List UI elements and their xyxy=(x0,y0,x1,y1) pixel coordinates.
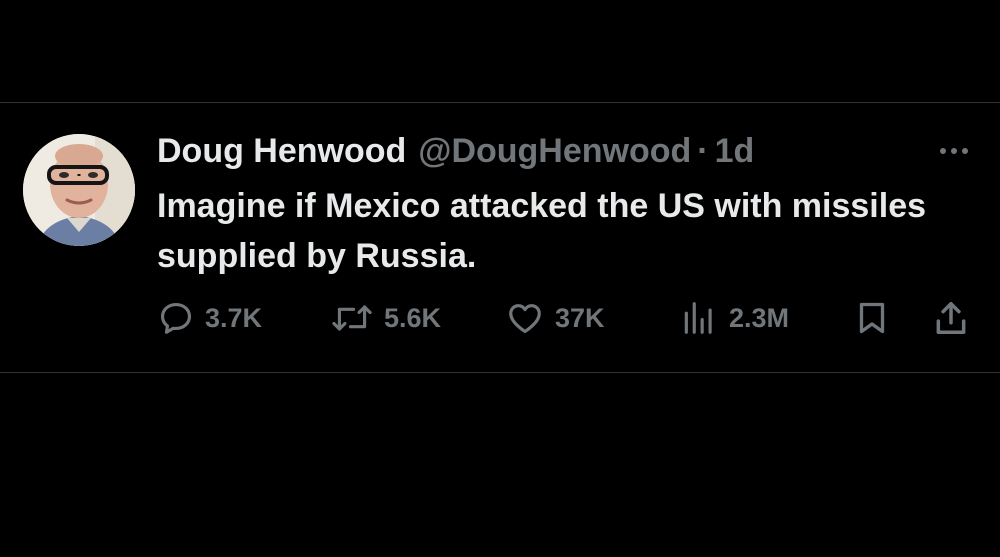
reply-count: 3.7K xyxy=(205,302,263,333)
tweet-card[interactable]: Doug Henwood @DougHenwood · 1d Imagine i… xyxy=(0,103,1000,372)
retweet-button[interactable]: 5.6K xyxy=(330,296,441,340)
bookmark-icon xyxy=(854,299,890,337)
tweet-action-bar: 3.7K 5.6K 37K 2.3M xyxy=(157,296,987,340)
bottom-divider xyxy=(0,372,1000,373)
like-button[interactable]: 37K xyxy=(505,296,605,340)
views-count: 2.3M xyxy=(729,302,790,333)
header-separator: · xyxy=(697,132,709,170)
tweet-header: Doug Henwood @DougHenwood · 1d xyxy=(157,129,754,173)
like-count: 37K xyxy=(555,302,605,333)
more-horizontal-icon xyxy=(939,142,969,160)
tweet-timestamp[interactable]: 1d xyxy=(715,129,755,173)
bookmark-button[interactable] xyxy=(854,296,890,340)
avatar[interactable] xyxy=(23,134,135,246)
reply-icon xyxy=(157,299,195,337)
heart-icon xyxy=(505,299,545,337)
reply-button[interactable]: 3.7K xyxy=(157,296,262,340)
avatar-photo xyxy=(23,134,135,246)
share-icon xyxy=(932,299,970,337)
author-handle[interactable]: @DougHenwood xyxy=(418,129,691,173)
views-icon xyxy=(679,299,719,337)
retweet-count: 5.6K xyxy=(384,302,442,333)
share-button[interactable] xyxy=(932,296,970,340)
tweet-text: Imagine if Mexico attacked the US with m… xyxy=(157,187,927,275)
retweet-icon xyxy=(330,299,374,337)
more-options-button[interactable] xyxy=(934,139,974,163)
author-display-name[interactable]: Doug Henwood xyxy=(157,129,406,173)
views-button[interactable]: 2.3M xyxy=(679,296,789,340)
